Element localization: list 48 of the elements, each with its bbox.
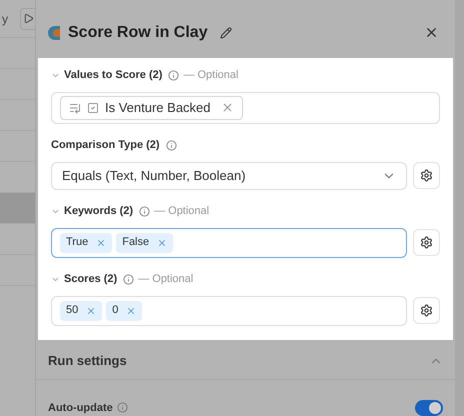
auto-update-toggle[interactable] <box>415 400 443 416</box>
chip-label: Is Venture Backed <box>105 98 211 117</box>
field-label: Comparison Type (2) <box>51 138 160 154</box>
settings-button[interactable] <box>413 162 440 190</box>
panel-title: Score Row in Clay <box>68 22 208 43</box>
remove-icon[interactable] <box>86 306 96 316</box>
info-icon[interactable] <box>166 140 177 152</box>
info-icon[interactable] <box>116 402 128 414</box>
comparison-select[interactable]: Equals (Text, Number, Boolean) <box>51 162 407 190</box>
field-label: Values to Score (2) <box>64 68 162 84</box>
gear-icon <box>420 236 433 250</box>
auto-update-label: Auto-update <box>48 400 113 416</box>
settings-button[interactable] <box>413 229 440 256</box>
field-label: Keywords (2) <box>64 204 134 220</box>
remove-icon[interactable] <box>126 306 136 316</box>
tag-label: 50 <box>66 303 78 318</box>
settings-button[interactable] <box>413 297 440 324</box>
tag-label: True <box>66 235 88 250</box>
info-icon[interactable] <box>123 274 134 286</box>
info-icon[interactable] <box>139 206 150 218</box>
list-icon <box>69 102 81 114</box>
tag-field[interactable]: 50 0 <box>51 296 407 326</box>
gear-icon <box>420 304 433 318</box>
tag-label: False <box>122 235 150 250</box>
play-button[interactable] <box>20 8 35 30</box>
field[interactable]: Is Venture Backed <box>51 92 440 124</box>
info-icon[interactable] <box>168 70 180 82</box>
gear-icon <box>420 169 433 182</box>
play-icon <box>22 13 34 24</box>
section-title: Run settings <box>48 352 127 370</box>
pencil-icon[interactable] <box>220 26 232 39</box>
remove-icon[interactable] <box>157 238 168 248</box>
checkbox-icon <box>87 102 99 114</box>
optional-label: — Optional <box>138 272 194 288</box>
tag[interactable]: 50 <box>60 300 102 321</box>
column-chip[interactable]: Is Venture Backed <box>60 96 243 120</box>
logo-icon <box>48 26 60 40</box>
tag-field[interactable]: True False <box>51 228 407 258</box>
tag[interactable]: 0 <box>106 300 142 321</box>
optional-label: — Optional <box>183 68 238 84</box>
optional-label: — Optional <box>154 204 210 220</box>
field-label: Scores (2) <box>64 272 118 288</box>
tag-label: 0 <box>112 303 118 318</box>
tag[interactable]: False <box>116 232 174 253</box>
tag[interactable]: True <box>60 232 112 253</box>
remove-icon[interactable] <box>220 101 234 114</box>
toolbar-text: y <box>2 10 8 28</box>
remove-icon[interactable] <box>96 238 106 248</box>
